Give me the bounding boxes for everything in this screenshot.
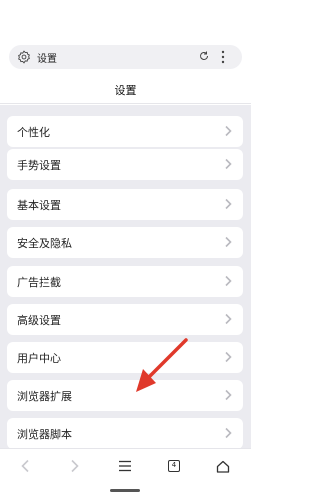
- chevron-right-icon: [225, 389, 232, 401]
- settings-item-label: 基本设置: [17, 198, 61, 212]
- settings-item-ad-block[interactable]: 广告拦截: [7, 266, 243, 297]
- chevron-right-icon: [225, 158, 232, 170]
- settings-item-label: 浏览器脚本: [17, 427, 72, 441]
- back-icon[interactable]: [16, 457, 34, 475]
- settings-list: 个性化 手势设置 基本设置 安全及隐私 广告拦截 高级设置 用户中心 浏览器扩展…: [0, 105, 251, 448]
- gear-icon: [17, 50, 31, 64]
- tab-count: 4: [168, 460, 180, 472]
- bottom-toolbar: 4: [0, 448, 251, 482]
- settings-item-label: 高级设置: [17, 313, 61, 327]
- chevron-right-icon: [225, 198, 232, 210]
- chevron-right-icon: [225, 236, 232, 248]
- chevron-right-icon: [225, 427, 232, 439]
- more-vertical-icon[interactable]: [220, 50, 234, 64]
- settings-item-browser-scripts[interactable]: 浏览器脚本: [7, 418, 243, 448]
- settings-item-browser-extensions[interactable]: 浏览器扩展: [7, 380, 243, 411]
- settings-item-label: 浏览器扩展: [17, 389, 72, 403]
- address-bar[interactable]: 设置: [9, 45, 242, 69]
- settings-item-label: 用户中心: [17, 351, 61, 365]
- address-text[interactable]: 设置: [37, 50, 198, 65]
- tabs-icon[interactable]: 4: [165, 457, 183, 475]
- refresh-icon[interactable]: [198, 50, 212, 64]
- settings-item-label: 手势设置: [17, 158, 61, 172]
- chevron-right-icon: [225, 313, 232, 325]
- settings-item-personalization[interactable]: 个性化: [7, 116, 243, 147]
- home-icon[interactable]: [214, 457, 232, 475]
- settings-item-gestures[interactable]: 手势设置: [7, 149, 243, 180]
- settings-item-security-privacy[interactable]: 安全及隐私: [7, 227, 243, 258]
- settings-item-advanced[interactable]: 高级设置: [7, 304, 243, 335]
- chevron-right-icon: [225, 351, 232, 363]
- chevron-right-icon: [225, 275, 232, 287]
- settings-item-label: 广告拦截: [17, 275, 61, 289]
- settings-item-label: 安全及隐私: [17, 236, 72, 250]
- chevron-right-icon: [225, 125, 232, 137]
- settings-item-label: 个性化: [17, 125, 50, 139]
- menu-icon[interactable]: [116, 457, 134, 475]
- page-title-bar: 设置: [0, 76, 251, 104]
- home-indicator[interactable]: [110, 489, 140, 492]
- page-title: 设置: [114, 83, 137, 97]
- forward-icon[interactable]: [66, 457, 84, 475]
- settings-item-user-center[interactable]: 用户中心: [7, 342, 243, 373]
- settings-item-basic[interactable]: 基本设置: [7, 189, 243, 220]
